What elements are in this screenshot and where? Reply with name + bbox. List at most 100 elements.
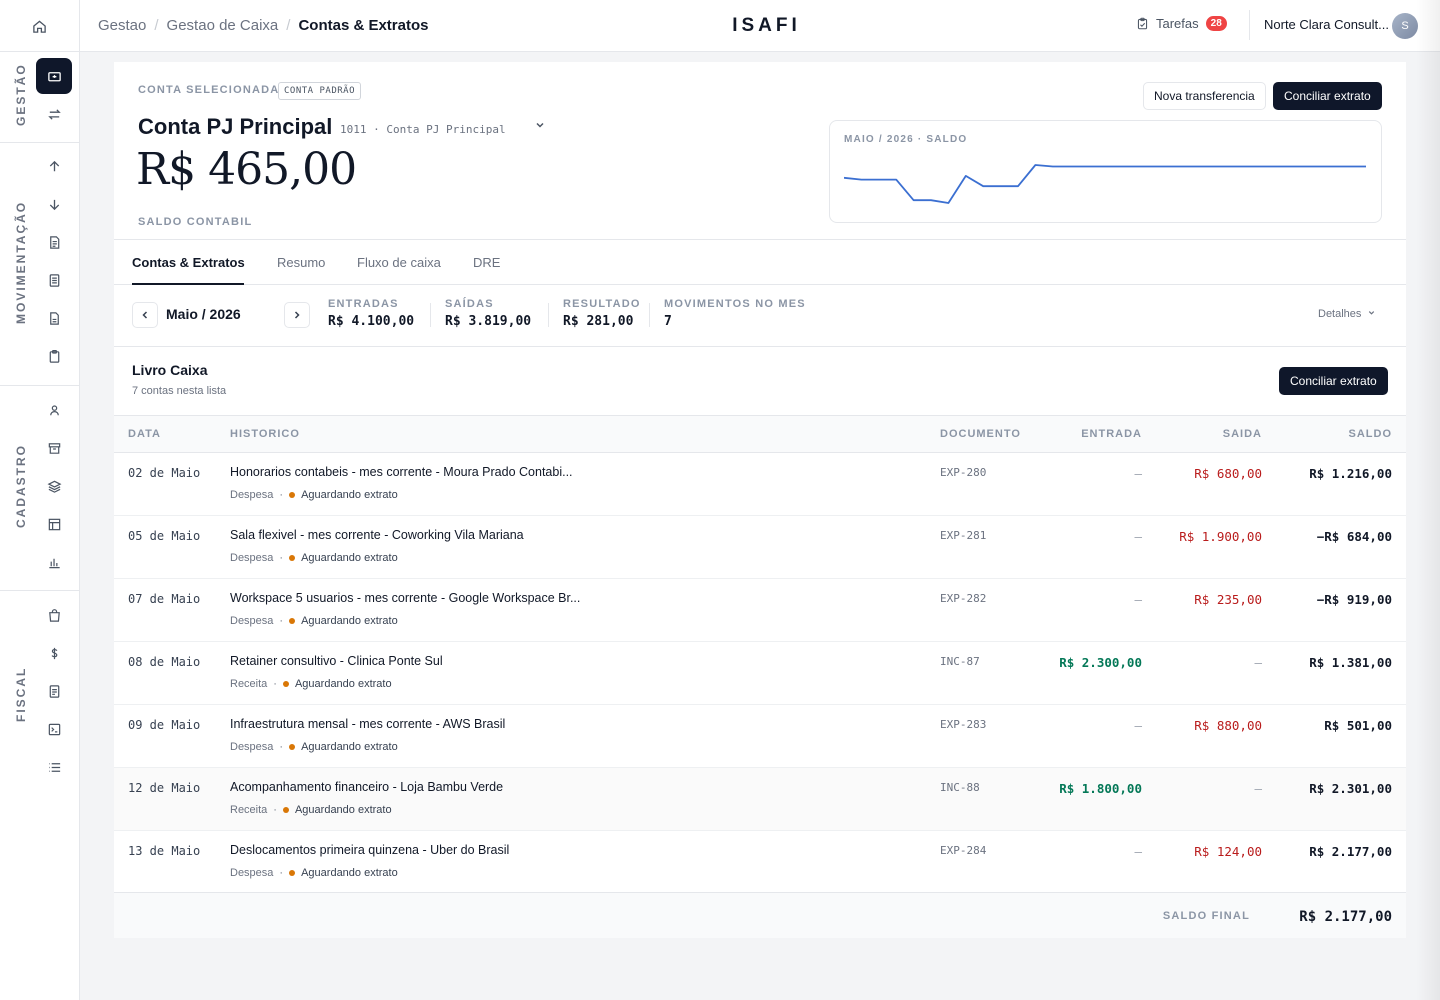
clipboard-icon <box>49 349 59 363</box>
row-meta: Despesa · Aguardando extrato <box>230 615 398 627</box>
row-meta: Despesa · Aguardando extrato <box>230 741 398 753</box>
chevron-down-icon <box>536 122 544 128</box>
sidebar-item-lista[interactable] <box>37 750 71 784</box>
sidebar-item-caixa[interactable] <box>36 58 72 94</box>
table-row[interactable]: 08 de Maio Retainer consultivo - Clinica … <box>114 642 1406 705</box>
table-row[interactable]: 13 de Maio Deslocamentos primeira quinzen… <box>114 831 1406 894</box>
column-header-historico[interactable]: HISTORICO <box>230 428 300 440</box>
breadcrumb: Gestao / Gestao de Caixa / Contas & Extr… <box>98 17 428 34</box>
sidebar-item-tarefas[interactable] <box>37 339 71 373</box>
sidebar: GESTÃO MOVIMENTAÇÃO CADASTRO FISCAL <box>0 52 80 1000</box>
home-button[interactable] <box>0 0 80 52</box>
ledger-subtitle: 7 contas nesta lista <box>132 385 227 397</box>
account-balance: R$ 465,00 <box>136 144 357 195</box>
default-account-tag: CONTA PADRÃO <box>278 82 362 100</box>
row-type: Receita <box>230 804 268 816</box>
sidebar-item-transferencias[interactable] <box>37 97 71 131</box>
sidebar-item-categorias[interactable] <box>37 469 71 503</box>
next-period-button[interactable] <box>284 302 310 328</box>
row-date: 09 de Maio <box>128 718 201 732</box>
sidebar-item-relatorios[interactable] <box>37 545 71 579</box>
stat-label: ENTRADAS <box>328 298 399 310</box>
column-header-entrada[interactable]: ENTRADA <box>1081 428 1142 440</box>
sidebar-divider <box>0 590 80 591</box>
table-row[interactable]: 09 de Maio Infraestrutura mensal - mes co… <box>114 705 1406 768</box>
sidebar-item-clientes[interactable] <box>37 393 71 427</box>
pending-status-dot <box>289 492 296 498</box>
tasks-label: Tarefas <box>1156 16 1199 31</box>
brand-logo[interactable]: ISAFI <box>732 15 801 36</box>
stat-value: 7 <box>664 314 672 329</box>
tasks-button[interactable]: Tarefas 28 <box>1136 16 1227 31</box>
table-row[interactable]: 02 de Maio Honorarios contabeis - mes cor… <box>114 453 1406 516</box>
table-row[interactable]: 12 de Maio Acompanhamento financeiro - Lo… <box>114 768 1406 831</box>
tab-resumo[interactable]: Resumo <box>277 255 325 270</box>
row-status: Aguardando extrato <box>301 741 398 753</box>
archive-icon <box>48 442 60 454</box>
tasks-count-badge: 28 <box>1205 16 1227 31</box>
sidebar-item-notas[interactable] <box>37 598 71 632</box>
breadcrumb-item-gestao-caixa[interactable]: Gestao de Caixa <box>167 17 279 34</box>
sidebar-item-entradas[interactable] <box>37 149 71 183</box>
clipboard-check-icon <box>1137 17 1148 30</box>
sidebar-item-plano-contas[interactable] <box>37 507 71 541</box>
sidebar-item-documentos[interactable] <box>37 225 71 259</box>
sidebar-divider <box>0 142 80 143</box>
row-saida: — <box>1254 655 1262 670</box>
tab-dre[interactable]: DRE <box>473 255 500 270</box>
user-icon <box>49 404 59 415</box>
details-label: Detalhes <box>1318 308 1362 320</box>
row-meta: Despesa · Aguardando extrato <box>230 489 398 501</box>
column-header-documento[interactable]: DOCUMENTO <box>940 428 1021 440</box>
breadcrumb-item-gestao[interactable]: Gestao <box>98 17 146 34</box>
tab-contas-extratos[interactable]: Contas & Extratos <box>132 255 245 270</box>
row-status: Aguardando extrato <box>301 552 398 564</box>
sidebar-item-impostos[interactable] <box>37 636 71 670</box>
row-history: Infraestrutura mensal - mes corrente - A… <box>230 717 506 731</box>
avatar[interactable]: S <box>1392 13 1418 39</box>
sparkline-series <box>844 164 1366 204</box>
column-header-saldo[interactable]: SALDO <box>1349 428 1393 440</box>
meta-separator: · <box>279 615 284 627</box>
tab-fluxo-caixa[interactable]: Fluxo de caixa <box>357 255 441 270</box>
sidebar-item-lancamentos[interactable] <box>37 263 71 297</box>
details-toggle[interactable]: Detalhes <box>1318 308 1376 320</box>
row-saldo: R$ 2.301,00 <box>1309 781 1392 796</box>
top-bar: Gestao / Gestao de Caixa / Contas & Extr… <box>0 0 1440 52</box>
column-header-saida[interactable]: SAIDA <box>1223 428 1262 440</box>
row-status: Aguardando extrato <box>294 678 392 690</box>
chevron-down-icon <box>1369 311 1375 315</box>
row-status: Aguardando extrato <box>294 804 392 816</box>
sidebar-item-arquivo[interactable] <box>37 431 71 465</box>
stat-label: RESULTADO <box>563 298 641 310</box>
document-icon <box>49 235 59 249</box>
ledger-reconcile-button[interactable]: Conciliar extrato <box>1279 367 1388 395</box>
row-status: Aguardando extrato <box>301 615 398 627</box>
sidebar-item-saidas[interactable] <box>37 187 71 221</box>
reconcile-statement-button[interactable]: Conciliar extrato <box>1273 82 1382 110</box>
stat-label: SAÍDAS <box>445 298 494 310</box>
account-name[interactable]: Conta PJ Principal <box>138 114 332 140</box>
account-dropdown[interactable] <box>534 118 546 136</box>
row-type: Despesa <box>230 867 274 879</box>
account-code: 1011 · Conta PJ Principal <box>340 123 506 136</box>
new-transfer-button[interactable]: Nova transferencia <box>1143 82 1266 110</box>
row-saida: — <box>1254 781 1262 796</box>
sidebar-item-extratos[interactable] <box>37 301 71 335</box>
row-saida: R$ 124,00 <box>1194 844 1262 859</box>
meta-separator: · <box>279 741 284 753</box>
sidebar-section-cadastro: CADASTRO <box>14 444 28 528</box>
stat-value: R$ 3.819,00 <box>445 314 532 329</box>
row-entrada: — <box>1134 529 1142 544</box>
column-header-data[interactable]: DATA <box>128 428 161 440</box>
sidebar-item-guias[interactable] <box>37 674 71 708</box>
previous-period-button[interactable] <box>132 302 158 328</box>
terminal-icon <box>48 723 60 735</box>
sidebar-item-obrigacoes[interactable] <box>37 712 71 746</box>
row-document: EXP-282 <box>940 592 987 605</box>
table-row[interactable]: 05 de Maio Sala flexivel - mes corrente -… <box>114 516 1406 579</box>
company-selector[interactable]: Norte Clara Consult... <box>1264 17 1389 32</box>
row-document: EXP-284 <box>940 844 987 857</box>
table-row[interactable]: 07 de Maio Workspace 5 usuarios - mes cor… <box>114 579 1406 642</box>
period-name: Maio / 2026 <box>166 306 241 322</box>
